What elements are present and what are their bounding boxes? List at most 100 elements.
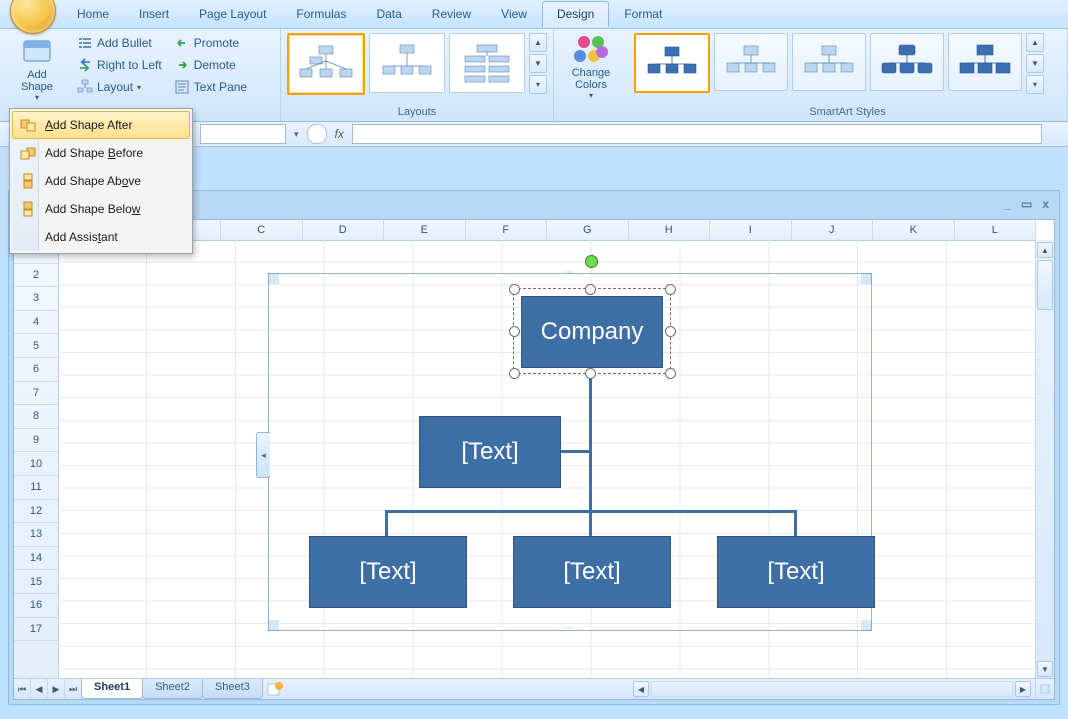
tab-insert[interactable]: Insert xyxy=(124,1,184,27)
style-option-2[interactable] xyxy=(714,33,788,91)
tab-design[interactable]: Design xyxy=(542,1,609,27)
gallery-more-icon[interactable]: ▾ xyxy=(1026,75,1044,94)
row-header-2[interactable]: 2 xyxy=(14,264,58,288)
nav-first-icon[interactable]: ⏮ xyxy=(14,679,31,699)
column-header-F[interactable]: F xyxy=(466,220,548,240)
frame-handle-tl[interactable] xyxy=(268,273,279,284)
scroll-right-icon[interactable]: ▶ xyxy=(1015,681,1031,697)
layout-option-3[interactable] xyxy=(449,33,525,93)
tab-home[interactable]: Home xyxy=(62,1,124,27)
tab-formulas[interactable]: Formulas xyxy=(281,1,361,27)
style-option-3[interactable] xyxy=(792,33,866,91)
sel-handle[interactable] xyxy=(585,368,596,379)
sel-handle[interactable] xyxy=(585,284,596,295)
layout-dropdown[interactable]: Layout ▾ xyxy=(74,77,165,97)
style-option-5[interactable] xyxy=(948,33,1022,91)
smartart-frame[interactable]: ⋯ ⋯ ◂ Company xyxy=(268,273,872,631)
row-header-10[interactable]: 10 xyxy=(14,452,58,476)
nav-next-icon[interactable]: ▶ xyxy=(48,679,65,699)
row-header-5[interactable]: 5 xyxy=(14,334,58,358)
column-header-L[interactable]: L xyxy=(955,220,1037,240)
smartart-node-assistant[interactable]: [Text] xyxy=(419,416,561,488)
row-header-11[interactable]: 11 xyxy=(14,476,58,500)
scroll-track[interactable] xyxy=(651,681,1013,697)
vertical-scrollbar[interactable]: ▲ ▼ xyxy=(1035,240,1054,679)
column-header-H[interactable]: H xyxy=(629,220,711,240)
scroll-thumb[interactable] xyxy=(1037,260,1053,310)
name-box-dropdown-icon[interactable]: ▾ xyxy=(294,129,299,140)
column-header-G[interactable]: G xyxy=(547,220,629,240)
frame-handle-tr[interactable] xyxy=(861,273,872,284)
scroll-up-icon[interactable]: ▲ xyxy=(529,33,547,52)
demote-button[interactable]: Demote xyxy=(171,55,250,75)
column-header-K[interactable]: K xyxy=(873,220,955,240)
row-header-15[interactable]: 15 xyxy=(14,570,58,594)
sel-handle[interactable] xyxy=(665,284,676,295)
change-colors-button[interactable]: Change Colors ▾ xyxy=(560,33,622,103)
sel-handle[interactable] xyxy=(509,284,520,295)
row-header-17[interactable]: 17 xyxy=(14,618,58,642)
add-bullet-button[interactable]: Add Bullet xyxy=(74,33,165,53)
style-option-4[interactable] xyxy=(870,33,944,91)
sel-handle[interactable] xyxy=(665,326,676,337)
tab-data[interactable]: Data xyxy=(361,1,416,27)
window-maximize-button[interactable]: ▭ xyxy=(1021,197,1032,211)
menu-add-assistant[interactable]: Add Assistant xyxy=(12,223,190,251)
name-box[interactable] xyxy=(200,124,286,144)
layout-option-1[interactable] xyxy=(287,33,365,95)
row-header-12[interactable]: 12 xyxy=(14,500,58,524)
sel-handle[interactable] xyxy=(509,326,520,337)
column-header-C[interactable]: C xyxy=(221,220,303,240)
row-header-4[interactable]: 4 xyxy=(14,311,58,335)
scroll-up-icon[interactable]: ▲ xyxy=(1037,242,1053,258)
promote-button[interactable]: Promote xyxy=(171,33,250,53)
sel-handle[interactable] xyxy=(665,368,676,379)
smartart-node-child-1[interactable]: [Text] xyxy=(309,536,467,608)
sheet-tab-3[interactable]: Sheet3 xyxy=(202,679,263,699)
menu-add-shape-before[interactable]: Add Shape Before xyxy=(12,139,190,167)
frame-handle-br[interactable] xyxy=(861,620,872,631)
rotation-handle[interactable] xyxy=(585,255,598,268)
new-sheet-button[interactable] xyxy=(263,679,287,699)
row-header-13[interactable]: 13 xyxy=(14,523,58,547)
sheet-tab-1[interactable]: Sheet1 xyxy=(81,679,143,699)
right-to-left-button[interactable]: Right to Left xyxy=(74,55,165,75)
scroll-left-icon[interactable]: ◀ xyxy=(633,681,649,697)
cell-grid[interactable]: ⋯ ⋯ ◂ Company xyxy=(58,240,1036,679)
window-minimize-button[interactable]: _ xyxy=(1004,197,1011,211)
sheet-tab-2[interactable]: Sheet2 xyxy=(142,679,203,699)
formula-input[interactable] xyxy=(352,124,1042,144)
scroll-down-icon[interactable]: ▼ xyxy=(1037,661,1053,677)
column-header-I[interactable]: I xyxy=(710,220,792,240)
scroll-down-icon[interactable]: ▼ xyxy=(1026,54,1044,73)
horizontal-scrollbar[interactable]: ◀ ▶ xyxy=(629,679,1035,699)
tab-review[interactable]: Review xyxy=(417,1,486,27)
smartart-node-child-2[interactable]: [Text] xyxy=(513,536,671,608)
row-header-16[interactable]: 16 xyxy=(14,594,58,618)
row-header-3[interactable]: 3 xyxy=(14,287,58,311)
styles-gallery-scroll[interactable]: ▲ ▼ ▾ xyxy=(1026,33,1044,94)
row-header-14[interactable]: 14 xyxy=(14,547,58,571)
nav-prev-icon[interactable]: ◀ xyxy=(31,679,48,699)
fx-icon[interactable]: fx xyxy=(335,127,344,141)
layouts-gallery-scroll[interactable]: ▲ ▼ ▾ xyxy=(529,33,547,94)
column-header-E[interactable]: E xyxy=(384,220,466,240)
nav-last-icon[interactable]: ⏭ xyxy=(65,679,82,699)
column-header-J[interactable]: J xyxy=(792,220,874,240)
tab-format[interactable]: Format xyxy=(609,1,677,27)
layout-option-2[interactable] xyxy=(369,33,445,93)
frame-handle-bottom[interactable]: ⋯ xyxy=(555,627,585,633)
smartart-node-root[interactable]: Company xyxy=(521,296,663,368)
menu-add-shape-above[interactable]: Add Shape Above xyxy=(12,167,190,195)
row-header-9[interactable]: 9 xyxy=(14,429,58,453)
text-pane-handle[interactable]: ◂ xyxy=(256,432,270,478)
style-option-1[interactable] xyxy=(634,33,710,93)
row-header-7[interactable]: 7 xyxy=(14,382,58,406)
text-pane-toggle[interactable]: Text Pane xyxy=(171,77,250,97)
smartart-node-child-3[interactable]: [Text] xyxy=(717,536,875,608)
sel-handle[interactable] xyxy=(509,368,520,379)
scroll-down-icon[interactable]: ▼ xyxy=(529,54,547,73)
tab-page-layout[interactable]: Page Layout xyxy=(184,1,281,27)
add-shape-split-button[interactable]: Add Shape ▾ xyxy=(6,33,68,105)
column-header-D[interactable]: D xyxy=(303,220,385,240)
